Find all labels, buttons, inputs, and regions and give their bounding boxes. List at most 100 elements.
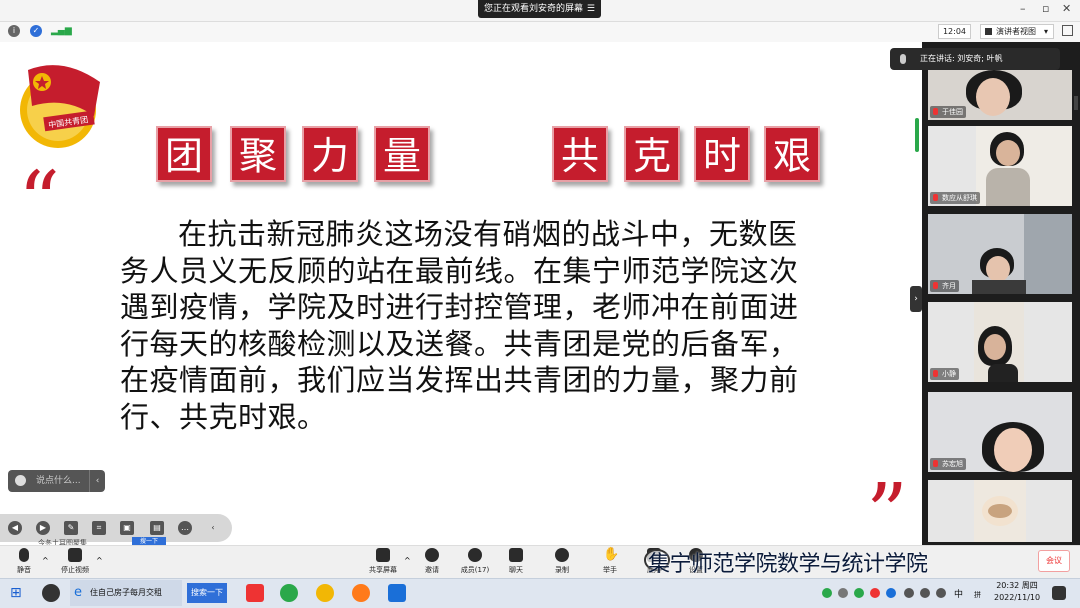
banner-char: 团 <box>156 126 212 182</box>
participant-tile[interactable]: 数应从舒琪 <box>928 126 1072 206</box>
mic-muted-icon <box>933 282 938 289</box>
participant-name: 齐月 <box>930 280 959 292</box>
close-button[interactable]: ✕ <box>1062 2 1071 15</box>
participant-name: 苏宏旭 <box>930 458 966 470</box>
collapse-left-icon[interactable]: ‹ <box>206 521 220 535</box>
more-icon[interactable]: … <box>178 521 192 535</box>
end-meeting-button[interactable]: 会议 <box>1038 550 1070 572</box>
members-button[interactable]: 成员(17) <box>458 548 492 575</box>
participant-name: 数应从舒琪 <box>930 192 980 204</box>
taskbar-window-button[interactable]: e 住自己房子每月交租 <box>70 580 182 606</box>
shared-slide: 中国共青团 团 聚 力 量 共 克 时 艰 “ 在抗击新冠肺炎这场没有硝烟的战斗… <box>0 42 922 556</box>
minimize-button[interactable]: – <box>1020 2 1026 15</box>
participant-tile[interactable]: 苏宏旭 <box>928 392 1072 472</box>
ime-mode[interactable]: 拼 <box>974 582 981 608</box>
banner-char: 艰 <box>764 126 820 182</box>
grid-icon <box>985 28 992 35</box>
meeting-info-bar <box>0 22 1080 42</box>
chat-input-pill[interactable]: 说点什么... ‹ <box>8 470 105 492</box>
windows-start-icon[interactable]: ⊞ <box>10 580 22 606</box>
screen: 您正在观看刘安奇的屏幕 ☰ – ▫ ✕ i ✓ ▂▄▆ 12:04 演讲者视图 … <box>0 0 1080 608</box>
microphone-icon <box>900 54 906 64</box>
participant-tile[interactable] <box>928 480 1072 542</box>
video-camera-icon <box>68 548 82 562</box>
tray-icon[interactable] <box>936 588 946 598</box>
participant-name: 小静 <box>930 368 959 380</box>
slide-body-text: 在抗击新冠肺炎这场没有硝烟的战斗中，无数医务人员义无反顾的站在最前线。在集宁师范… <box>120 217 799 434</box>
emoji-icon[interactable] <box>15 475 26 486</box>
sharing-banner-text: 您正在观看刘安奇的屏幕 <box>484 4 584 14</box>
tray-icon[interactable] <box>854 588 864 598</box>
tray-icon[interactable] <box>904 588 914 598</box>
pen-icon[interactable]: ✎ <box>64 521 78 535</box>
view-mode-button[interactable]: 演讲者视图 ▾ <box>980 24 1054 39</box>
screen-sharing-banner[interactable]: 您正在观看刘安奇的屏幕 ☰ <box>478 0 601 18</box>
tray-icon[interactable] <box>920 588 930 598</box>
panel-scrollbar[interactable] <box>1074 96 1078 110</box>
banner-char: 聚 <box>230 126 286 182</box>
taskbar-clock[interactable]: 20:32 周四 2022/11/10 <box>994 580 1040 604</box>
chevron-up-icon[interactable]: ^ <box>96 556 103 565</box>
close-quote-mark: ” <box>866 467 908 562</box>
screenshot-icon[interactable]: ⌗ <box>92 521 106 535</box>
participant-tile[interactable]: 于佳园 <box>928 70 1072 120</box>
tray-icon[interactable] <box>870 588 880 598</box>
prev-icon[interactable]: ◀ <box>8 521 22 535</box>
chevron-up-icon[interactable]: ^ <box>42 556 49 565</box>
app-icon[interactable] <box>42 584 60 602</box>
document-icon[interactable]: ▤ <box>150 521 164 535</box>
tray-icon[interactable] <box>838 588 848 598</box>
invite-button[interactable]: 邀请 <box>420 548 444 575</box>
taskbar-window-title: 住自己房子每月交租 <box>90 588 162 597</box>
share-screen-button[interactable]: 共享屏幕 <box>366 548 400 575</box>
firefox-icon[interactable] <box>352 584 370 602</box>
next-icon[interactable]: ▶ <box>36 521 50 535</box>
camera-icon[interactable]: ▣ <box>120 521 134 535</box>
account-watermark: 集宁师范学院数学与统计学院 <box>648 552 928 577</box>
wechat-icon[interactable] <box>280 584 298 602</box>
collapse-icon[interactable]: ‹ <box>89 470 105 492</box>
record-button[interactable]: 录制 <box>550 548 574 575</box>
ie-browser-icon: e <box>74 585 82 600</box>
notification-icon[interactable] <box>1052 586 1066 600</box>
open-quote-mark: “ <box>18 155 60 250</box>
tray-icon[interactable] <box>886 588 896 598</box>
tray-icon[interactable] <box>822 588 832 598</box>
meeting-app-icon[interactable] <box>388 584 406 602</box>
hand-icon: ✋ <box>603 547 620 562</box>
chat-button[interactable]: 聊天 <box>504 548 528 575</box>
taskbar-search-button[interactable]: 搜索一下 <box>187 583 227 603</box>
annotation-toolbar: ◀ ▶ ✎ ⌗ ▣ ▤ … ‹ <box>0 514 232 542</box>
mic-muted-icon <box>933 194 938 201</box>
view-mode-label: 演讲者视图 <box>996 27 1036 36</box>
signal-icon[interactable]: ▂▄▆ <box>51 25 72 37</box>
wps-icon[interactable] <box>246 584 264 602</box>
add-person-icon <box>425 548 439 562</box>
participant-tile[interactable]: 齐月 <box>928 214 1072 294</box>
share-screen-icon <box>376 548 390 562</box>
chat-bubble-icon <box>509 548 523 562</box>
banner-char: 力 <box>302 126 358 182</box>
raise-hand-button[interactable]: ✋ 举手 <box>598 548 622 575</box>
taskbar-time: 20:32 周四 <box>996 581 1038 590</box>
active-speaker-text: 正在讲话: 刘安奇; 叶帆 <box>920 54 1003 63</box>
active-indicator <box>915 118 919 152</box>
menu-icon[interactable]: ☰ <box>587 0 595 18</box>
maximize-button[interactable]: ▫ <box>1042 2 1049 15</box>
banner-char: 时 <box>694 126 750 182</box>
fullscreen-icon[interactable] <box>1062 25 1073 36</box>
shield-icon[interactable]: ✓ <box>30 25 42 37</box>
participant-tile[interactable]: 小静 <box>928 302 1072 382</box>
active-speaker-tooltip: 正在讲话: 刘安奇; 叶帆 <box>890 48 1060 70</box>
chevron-up-icon[interactable]: ^ <box>404 556 411 565</box>
info-icon[interactable]: i <box>8 25 20 37</box>
banner-char: 克 <box>624 126 680 182</box>
meeting-timer: 12:04 <box>938 24 971 39</box>
mute-button[interactable]: 静音 <box>12 548 36 575</box>
ime-indicator[interactable]: 中 <box>954 582 963 608</box>
expand-panel-icon[interactable]: › <box>910 286 922 312</box>
youth-league-emblem: 中国共青团 <box>20 65 100 148</box>
app-icon[interactable] <box>316 584 334 602</box>
stop-video-button[interactable]: 停止视频 <box>58 548 92 575</box>
mic-muted-icon <box>933 108 938 115</box>
